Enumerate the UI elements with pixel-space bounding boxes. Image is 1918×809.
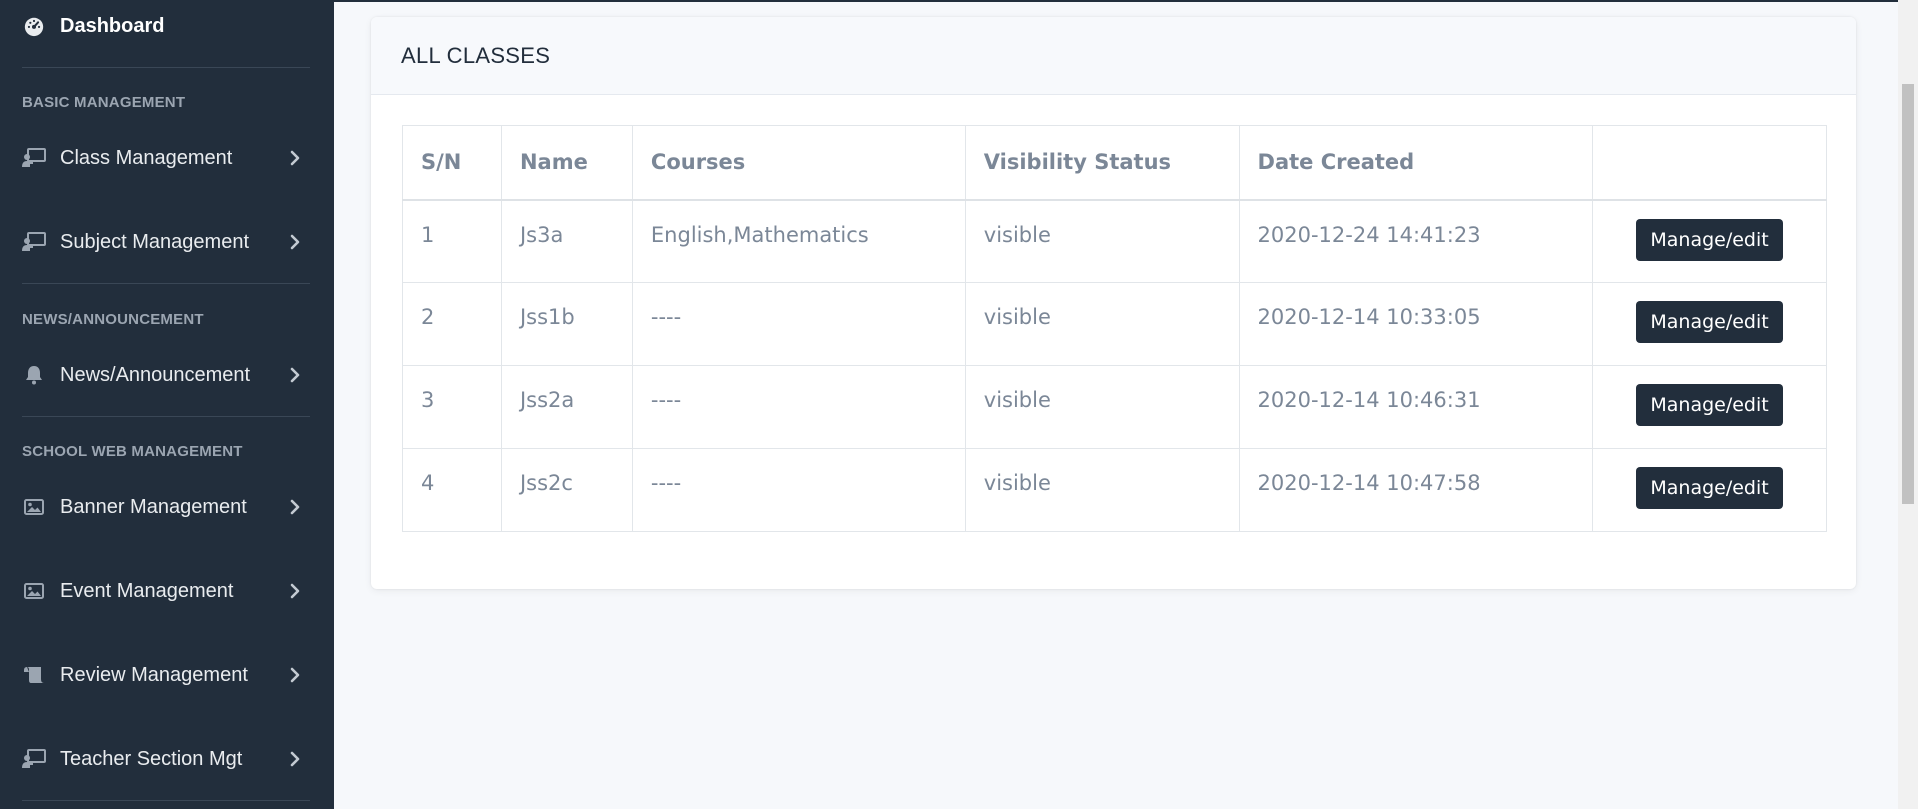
sidebar-divider [22,67,310,68]
chalkboard-teacher-icon [22,230,46,254]
sidebar-item-class-management[interactable]: Class Management [0,138,334,178]
cell-name: Jss1b [500,282,633,366]
card-title: ALL CLASSES [401,42,551,68]
column-header-name: Name [500,125,633,201]
table-row: 4 Jss2c ---- visible 2020-12-14 10:47:58… [402,448,1827,532]
cell-courses: ---- [631,282,966,366]
cell-sn: 2 [402,282,502,366]
chevron-right-icon [286,366,304,384]
bell-icon [22,363,46,387]
scrollbar-thumb[interactable] [1902,84,1914,504]
all-classes-card: ALL CLASSES S/N Name Courses Visibility … [371,17,1856,589]
table-row: 2 Jss1b ---- visible 2020-12-14 10:33:05… [402,282,1827,366]
cell-sn: 4 [402,448,502,532]
column-header-date-created: Date Created [1238,125,1594,201]
cell-date-created: 2020-12-24 14:41:23 [1238,199,1594,283]
chevron-right-icon [286,750,304,768]
cell-date-created: 2020-12-14 10:46:31 [1238,365,1594,449]
cell-date-created: 2020-12-14 10:47:58 [1238,448,1594,532]
chevron-right-icon [286,498,304,516]
cell-courses: ---- [631,365,966,449]
manage-edit-button[interactable]: Manage/edit [1636,467,1783,509]
chalkboard-teacher-icon [22,146,46,170]
classes-table: S/N Name Courses Visibility Status Date … [402,125,1827,532]
top-border [334,0,1898,2]
sidebar-item-label: Review Management [60,663,248,686]
manage-edit-button[interactable]: Manage/edit [1636,301,1783,343]
chevron-right-icon [286,233,304,251]
cell-courses: ---- [631,448,966,532]
sidebar-item-label: Teacher Section Mgt [60,747,243,770]
column-header-sn: S/N [402,125,502,201]
cell-name: Jss2c [500,448,633,532]
image-icon [22,495,46,519]
image-icon [22,579,46,603]
cell-action: Manage/edit [1592,199,1827,283]
page-scrollbar[interactable] [1898,0,1918,809]
sidebar: Dashboard BASIC MANAGEMENT Class Managem… [0,0,334,809]
sidebar-divider [22,283,310,284]
table-header-row: S/N Name Courses Visibility Status Date … [402,125,1827,201]
cell-action: Manage/edit [1592,365,1827,449]
cell-visibility: visible [964,365,1240,449]
table-row: 1 Js3a English,Mathematics visible 2020-… [402,199,1827,283]
cell-name: Jss2a [500,365,633,449]
sidebar-item-news-announcement[interactable]: News/Announcement [0,355,334,395]
cell-action: Manage/edit [1592,448,1827,532]
cell-visibility: visible [964,448,1240,532]
section-header-school-web-management: SCHOOL WEB MANAGEMENT [22,443,243,460]
cell-sn: 1 [402,199,502,283]
chevron-right-icon [286,582,304,600]
manage-edit-button[interactable]: Manage/edit [1636,384,1783,426]
dashboard-gauge-icon [22,14,46,38]
sidebar-item-label: Class Management [60,146,233,169]
sidebar-item-label: Subject Management [60,230,250,253]
sidebar-item-label: News/Announcement [60,363,251,386]
cell-courses: English,Mathematics [631,199,966,283]
chalkboard-teacher-icon [22,747,46,771]
sidebar-item-subject-management[interactable]: Subject Management [0,222,334,262]
sidebar-item-label: Event Management [60,579,234,602]
cell-date-created: 2020-12-14 10:33:05 [1238,282,1594,366]
scroll-icon [22,663,46,687]
section-header-basic-management: BASIC MANAGEMENT [22,94,186,111]
sidebar-item-label: Banner Management [60,495,247,518]
column-header-courses: Courses [631,125,966,201]
chevron-right-icon [286,149,304,167]
cell-visibility: visible [964,199,1240,283]
card-header: ALL CLASSES [371,17,1856,95]
sidebar-item-teacher-section-mgt[interactable]: Teacher Section Mgt [0,739,334,779]
column-header-actions [1592,125,1827,201]
sidebar-item-review-management[interactable]: Review Management [0,655,334,695]
manage-edit-button[interactable]: Manage/edit [1636,218,1783,261]
cell-sn: 3 [402,365,502,449]
sidebar-divider [22,416,310,417]
sidebar-item-label: Dashboard [60,14,165,37]
column-header-visibility-status: Visibility Status [964,125,1240,201]
sidebar-item-event-management[interactable]: Event Management [0,571,334,611]
section-header-news: NEWS/ANNOUNCEMENT [22,311,204,328]
sidebar-item-dashboard[interactable]: Dashboard [0,6,334,46]
sidebar-item-banner-management[interactable]: Banner Management [0,487,334,527]
classes-table-wrapper: S/N Name Courses Visibility Status Date … [402,125,1827,532]
chevron-right-icon [286,666,304,684]
table-row: 3 Jss2a ---- visible 2020-12-14 10:46:31… [402,365,1827,449]
cell-name: Js3a [500,199,633,283]
cell-visibility: visible [964,282,1240,366]
cell-action: Manage/edit [1592,282,1827,366]
sidebar-divider [22,800,310,801]
